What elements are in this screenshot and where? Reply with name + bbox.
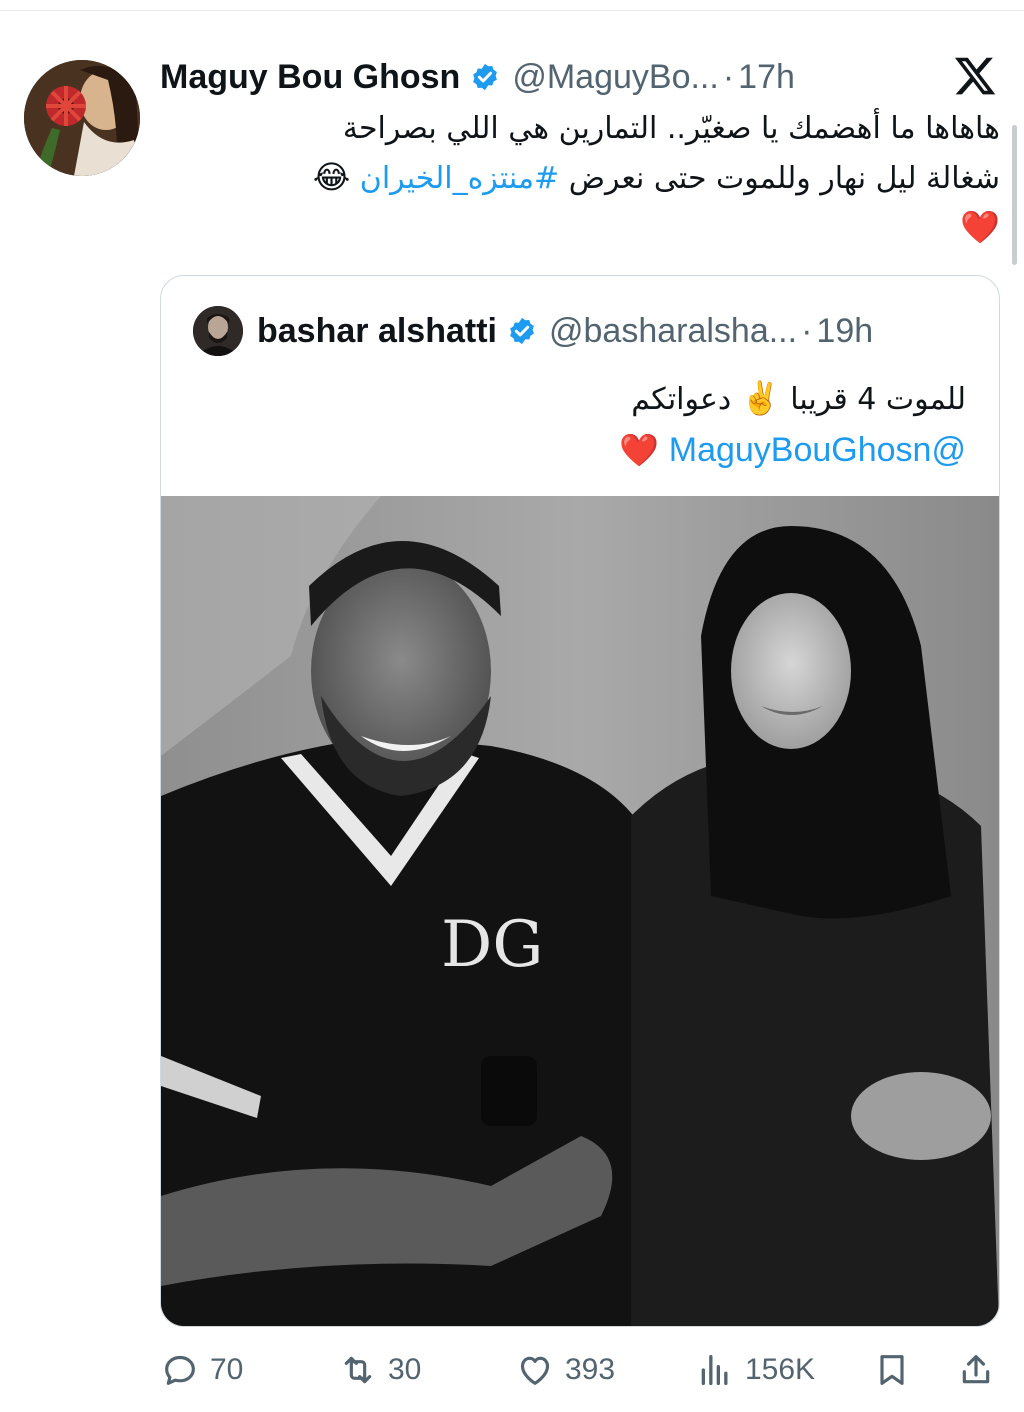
like-button[interactable]: 393: [515, 1345, 615, 1395]
views-count: 156K: [745, 1353, 816, 1386]
separator-dot: ·: [722, 57, 735, 96]
quoted-timestamp[interactable]: 19h: [816, 312, 873, 351]
scrollbar[interactable]: [1012, 125, 1017, 265]
laugh-emoji: 😂: [312, 158, 351, 196]
repost-icon: [338, 1350, 378, 1390]
tweet-text-line2-start: شغالة ليل نهار وللموت حتى نعرض: [568, 161, 1000, 196]
bookmark-icon: [872, 1350, 912, 1390]
heart-icon: [515, 1350, 555, 1390]
victory-emoji: ✌️: [740, 379, 781, 417]
quoted-tweet-text: للموت 4 قريبا ✌️ دعواتكم @MaguyBouGhosn …: [191, 373, 966, 477]
heart-emoji: ❤️: [619, 431, 660, 469]
tweet-actions: 70 30 393 156K: [160, 1345, 1000, 1395]
views-icon: [695, 1350, 735, 1390]
quoted-author-name[interactable]: bashar alshatti: [257, 312, 497, 351]
verified-badge-icon: [507, 316, 537, 346]
hashtag-link[interactable]: #منتزه_الخيران: [360, 161, 559, 196]
repost-count: 30: [388, 1353, 422, 1386]
reply-count: 70: [210, 1353, 244, 1386]
top-divider: [0, 10, 1024, 11]
tweet-header: Maguy Bou Ghosn @MaguyBo... · 17h: [160, 52, 795, 102]
quoted-photo[interactable]: DG: [161, 496, 999, 1326]
quoted-text-part2: دعواتكم: [631, 382, 732, 417]
author-handle[interactable]: @MaguyBo...: [512, 58, 719, 97]
quoted-author-avatar[interactable]: [193, 306, 243, 356]
quoted-tweet-header: bashar alshatti @basharalsha... · 19h: [193, 306, 873, 356]
reply-icon: [160, 1350, 200, 1390]
tweet-text-line2: شغالة ليل نهار وللموت حتى نعرض #منتزه_ال…: [180, 153, 1000, 203]
heart-emoji: ❤️: [960, 208, 1000, 246]
photo-image: DG: [161, 496, 999, 1326]
tweet-text-line1: هاهاها ما أهضمك يا صغيّر.. التمارين هي ا…: [342, 111, 1000, 146]
tweet-text: هاهاها ما أهضمك يا صغيّر.. التمارين هي ا…: [180, 105, 1000, 253]
quoted-text-part1: للموت 4 قريبا: [790, 382, 966, 417]
quoted-author-handle[interactable]: @basharalsha...: [549, 312, 797, 351]
shirt-print-text: DG: [441, 908, 543, 982]
quoted-tweet-card[interactable]: bashar alshatti @basharalsha... · 19h لل…: [160, 275, 1000, 1327]
avatar-photo: [24, 60, 140, 176]
reply-button[interactable]: 70: [160, 1345, 243, 1395]
bookmark-button[interactable]: [872, 1345, 912, 1395]
repost-button[interactable]: 30: [338, 1345, 421, 1395]
x-logo-icon: [952, 55, 996, 99]
like-count: 393: [565, 1353, 616, 1386]
share-icon: [956, 1350, 996, 1390]
author-avatar[interactable]: [24, 60, 140, 176]
share-button[interactable]: [956, 1345, 996, 1395]
verified-badge-icon: [470, 62, 500, 92]
separator-dot: ·: [801, 311, 813, 350]
tweet-timestamp[interactable]: 17h: [738, 58, 795, 97]
views-button[interactable]: 156K: [695, 1345, 815, 1395]
mention-link[interactable]: @MaguyBouGhosn: [669, 431, 966, 469]
author-name[interactable]: Maguy Bou Ghosn: [160, 58, 460, 97]
